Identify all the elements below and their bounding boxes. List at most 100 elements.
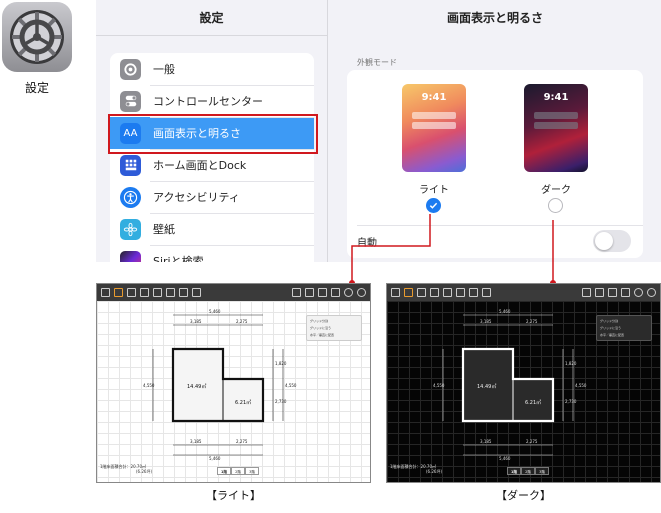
camera-icon[interactable]	[192, 288, 201, 297]
checkmark-icon	[429, 202, 438, 209]
grid-split-label: グリッド分割	[310, 319, 329, 323]
floor-area-note: 1階床面積合計：20.70㎡ (6.26坪)	[100, 464, 152, 474]
floor-tab-2[interactable]: 2階	[521, 467, 535, 475]
dark-mode-radio[interactable]	[548, 198, 563, 213]
settings-item-label: コントロールセンター	[153, 95, 263, 108]
furniture-tool-icon[interactable]	[443, 288, 452, 297]
settings-item-siri[interactable]: Siriと検索	[110, 245, 314, 262]
undo-icon[interactable]	[595, 288, 604, 297]
settings-app-icon[interactable]	[2, 2, 72, 72]
dim-top-total: 5,460	[499, 309, 511, 314]
settings-item-label: 一般	[153, 63, 175, 76]
app-toolbar	[387, 284, 660, 301]
selected-item-highlight-frame	[108, 114, 318, 154]
floor-tab-3[interactable]: 3階	[535, 467, 549, 475]
app-toolbar	[97, 284, 370, 301]
dim-bottom-left: 3,185	[190, 439, 202, 444]
menu-icon[interactable]	[101, 288, 110, 297]
camera-icon[interactable]	[482, 288, 491, 297]
dim-top-left: 3,185	[480, 319, 492, 324]
preview-notification	[412, 122, 456, 129]
eraser-icon[interactable]	[582, 288, 591, 297]
undo-icon[interactable]	[305, 288, 314, 297]
dim-right-bottom: 2,730	[565, 399, 577, 404]
measure-tool-icon[interactable]	[469, 288, 478, 297]
cloud-icon[interactable]	[344, 288, 353, 297]
dark-mode-preview[interactable]: 9:41	[524, 84, 588, 172]
light-mode-app-screenshot: 5,460 3,185 2,275 3,185 2,275 5,460 4,55…	[96, 283, 371, 483]
dim-right-bottom: 2,730	[275, 399, 287, 404]
dim-top-left: 3,185	[190, 319, 202, 324]
redo-icon[interactable]	[318, 288, 327, 297]
settings-gear-icon[interactable]	[357, 288, 366, 297]
room-small-area: 6.21㎡	[235, 400, 252, 406]
measure-tool-icon[interactable]	[179, 288, 188, 297]
trash-icon[interactable]	[331, 288, 340, 297]
dark-caption: 【ダーク】	[496, 489, 551, 502]
accessibility-icon	[120, 186, 141, 208]
floor-tab-3[interactable]: 3階	[245, 467, 259, 475]
wallpaper-flower-icon	[120, 218, 141, 240]
light-mode-radio[interactable]	[426, 198, 441, 213]
snap-to-grid-label: グリッドに沿う	[310, 326, 332, 330]
preview-notification	[534, 122, 578, 129]
floor-plan-canvas[interactable]: 5,460 3,185 2,275 3,185 2,275 5,460 4,55…	[97, 301, 370, 482]
screenshot-root: 設定 設定 一般 コントロールセンター AA 画面表示と明るさ ホーム画面とDo…	[0, 0, 661, 513]
settings-item-control-center[interactable]: コントロールセンター	[110, 85, 314, 117]
text-tool-icon[interactable]	[166, 288, 175, 297]
dim-left: 4,550	[433, 383, 445, 388]
floor-tabs: 1階 2階 3階	[217, 467, 259, 475]
door-tool-icon[interactable]	[417, 288, 426, 297]
toggles-icon	[120, 90, 141, 112]
dim-top-right: 2,275	[526, 319, 538, 324]
settings-item-label: Siriと検索	[153, 255, 204, 262]
settings-item-accessibility[interactable]: アクセシビリティ	[110, 181, 314, 213]
trash-icon[interactable]	[621, 288, 630, 297]
auto-appearance-toggle[interactable]	[593, 230, 631, 252]
room-large-area: 14.49㎡	[477, 384, 497, 390]
dim-bottom-left: 3,185	[480, 439, 492, 444]
cloud-icon[interactable]	[634, 288, 643, 297]
room-tool-icon[interactable]	[404, 288, 413, 297]
dim-bottom-right: 2,275	[526, 439, 538, 444]
preview-time: 9:41	[421, 92, 447, 103]
furniture-tool-icon[interactable]	[153, 288, 162, 297]
light-caption: 【ライト】	[206, 489, 261, 502]
card-divider	[357, 225, 643, 226]
floor-tabs: 1階 2階 3階	[507, 467, 549, 475]
settings-gear-icon[interactable]	[647, 288, 656, 297]
stairs-tool-icon[interactable]	[430, 288, 439, 297]
dim-bottom-right: 2,275	[236, 439, 248, 444]
display-settings-pane: 画面表示と明るさ 外観モード 9:41 ライト 9:41 ダーク 自動	[329, 0, 661, 262]
gear-icon	[120, 58, 141, 80]
door-tool-icon[interactable]	[127, 288, 136, 297]
redo-icon[interactable]	[608, 288, 617, 297]
light-mode-preview[interactable]: 9:41	[402, 84, 466, 172]
preview-notification	[534, 112, 578, 119]
settings-item-wallpaper[interactable]: 壁紙	[110, 213, 314, 245]
floor-tab-2[interactable]: 2階	[231, 467, 245, 475]
floor-plan-canvas[interactable]: 5,460 3,185 2,275 3,185 2,275 5,460 4,55…	[387, 301, 660, 482]
settings-item-label: ホーム画面とDock	[153, 159, 247, 172]
settings-item-general[interactable]: 一般	[110, 53, 314, 85]
text-tool-icon[interactable]	[456, 288, 465, 297]
stairs-tool-icon[interactable]	[140, 288, 149, 297]
grid-settings-panel: グリッド分割 グリッドに沿う 水平／垂直に配置	[596, 315, 652, 341]
settings-list: 一般 コントロールセンター AA 画面表示と明るさ ホーム画面とDock アクセ…	[110, 53, 314, 262]
floor-tab-1[interactable]: 1階	[507, 467, 521, 475]
menu-icon[interactable]	[391, 288, 400, 297]
room-small-area: 6.21㎡	[525, 400, 542, 406]
grid-split-label: グリッド分割	[600, 319, 619, 323]
snap-to-grid-label: グリッドに沿う	[600, 326, 622, 330]
floor-tab-1[interactable]: 1階	[217, 467, 231, 475]
appearance-card: 9:41 ライト 9:41 ダーク 自動	[347, 70, 643, 258]
dim-top-right: 2,275	[236, 319, 248, 324]
auto-appearance-label: 自動	[357, 238, 377, 249]
gear-icon	[10, 10, 64, 64]
room-tool-icon[interactable]	[114, 288, 123, 297]
dim-right-total: 4,550	[285, 383, 297, 388]
settings-item-label: 壁紙	[153, 223, 175, 236]
preview-notification	[412, 112, 456, 119]
eraser-icon[interactable]	[292, 288, 301, 297]
align-label: 水平／垂直に配置	[310, 333, 335, 337]
